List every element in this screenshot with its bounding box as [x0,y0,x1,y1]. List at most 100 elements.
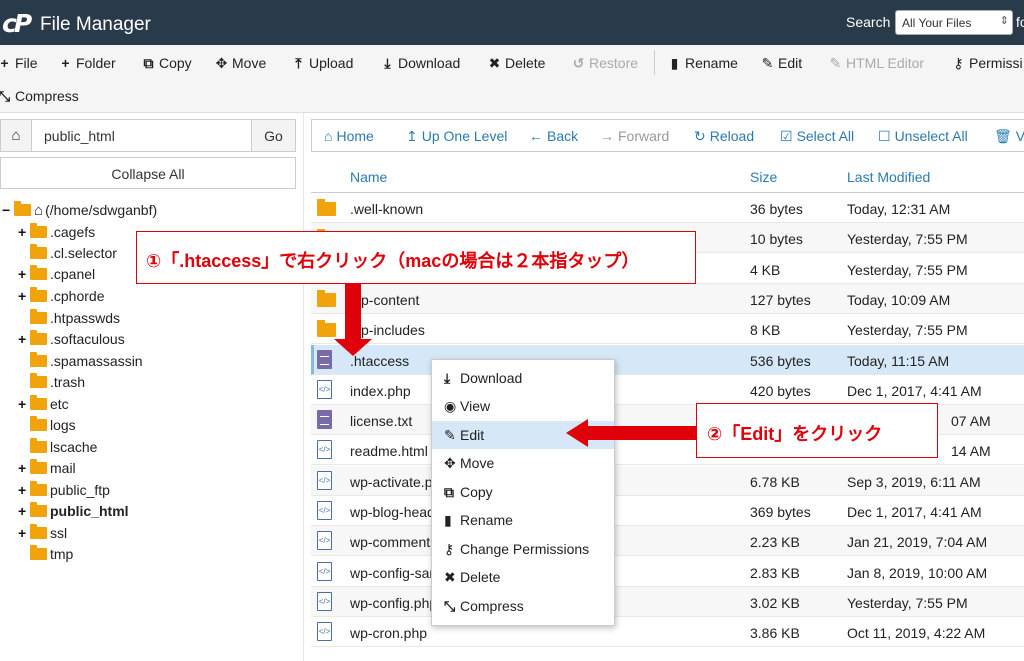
upload-icon: ⤒ [295,55,302,71]
view-trash-button[interactable]: 🗑Vi [994,128,1024,145]
expand-toggle-icon[interactable]: + [18,482,30,498]
tree-node[interactable]: + .cagefs [18,222,95,242]
compress-icon: ⤡ [444,598,456,614]
rename-button[interactable]: ▮ Rename [667,55,738,72]
home-nav-button[interactable]: ⌂ Home [324,128,374,144]
expand-toggle-icon[interactable]: + [18,224,30,240]
square-icon: ☐ [878,128,891,144]
code-file-icon: </> [317,380,332,399]
back-button[interactable]: ← Back [529,128,578,144]
forward-button[interactable]: → Forward [600,128,669,144]
folder-icon [317,199,336,216]
expand-toggle-icon[interactable]: + [18,396,30,412]
move-button[interactable]: ✥ Move [214,55,267,72]
unselect-all-button[interactable]: ☐ Unselect All [878,128,968,145]
permissions-button[interactable]: ⚷ Permissi [951,55,1022,72]
folder-icon [30,459,47,474]
home-icon[interactable]: ⌂ [0,119,32,152]
context-menu: ⤓ Download ◉ View ✎ Edit ✥ Move ⧉ Copy ▮ Renam… [431,359,615,626]
tree-node[interactable]: tmp [18,544,73,564]
tree-node[interactable]: .spamassassin [18,351,143,371]
cpanel-logo: cP [2,9,32,38]
column-header-last-modified[interactable]: Last Modified [847,169,930,185]
copy-button[interactable]: ⧉ Copy [141,55,192,72]
html-editor-button[interactable]: ✎ HTML Editor [828,55,924,72]
table-row-selected[interactable]: .htaccess 536 bytes Today, 11:15 AM [311,345,1024,375]
menu-item-move[interactable]: ✥ Move [432,449,614,477]
compress-button[interactable]: ⤡ Compress [0,88,79,105]
menu-item-download[interactable]: ⤓ Download [432,364,614,392]
tree-node-root[interactable]: − ⌂ (/home/sdwganbf) [2,200,157,220]
go-button[interactable]: Go [252,119,296,152]
search-input[interactable]: fo [1016,14,1024,30]
table-row[interactable]: </> index.php 420 bytes Dec 1, 2017, 4:4… [311,375,1024,405]
app-header: cP File Manager Search All Your Files ⇕ … [0,0,1024,45]
up-one-level-button[interactable]: ↥ Up One Level [406,128,507,145]
menu-item-rename[interactable]: ▮ Rename [432,506,614,534]
upload-button[interactable]: ⤒ Upload [291,55,353,72]
download-icon: ⤓ [384,55,391,71]
delete-button[interactable]: ✖ Delete [487,55,546,72]
tree-node[interactable]: logs [18,415,76,435]
expand-toggle-icon[interactable]: + [18,525,30,541]
tree-node[interactable]: + .cpanel [18,264,95,284]
folder-icon [30,352,47,367]
text-file-icon [317,410,332,429]
table-row[interactable]: </> wp-cron.php 3.86 KB Oct 11, 2019, 4:… [311,617,1024,647]
folder-icon [30,244,47,259]
restore-button[interactable]: ↺ Restore [571,55,638,72]
pane-divider[interactable] [303,113,304,661]
tree-node-current[interactable]: + public_html [18,501,129,521]
table-row[interactable]: </> wp-config-sar 2.83 KB Jan 8, 2019, 1… [311,557,1024,587]
menu-item-compress[interactable]: ⤡ Compress [432,592,614,620]
menu-item-view[interactable]: ◉ View [432,392,614,420]
tree-node[interactable]: .cl.selector [18,243,117,263]
expand-toggle-icon[interactable]: + [18,331,30,347]
table-row[interactable]: </> wp-config.php 3.02 KB Yesterday, 7:5… [311,587,1024,617]
download-icon: ⤓ [444,370,451,386]
tree-node[interactable]: + etc [18,394,69,414]
annotation-step1: ①「.htaccess」で右クリック（macの場合は２本指タップ） [136,231,696,284]
menu-item-delete[interactable]: ✖ Delete [432,563,614,591]
expand-toggle-icon[interactable]: + [18,288,30,304]
reload-button[interactable]: ↻ Reload [694,128,754,145]
tree-node[interactable]: + ssl [18,523,67,543]
new-folder-button[interactable]: + Folder [58,55,115,71]
column-header-name[interactable]: Name [350,169,387,185]
menu-item-copy[interactable]: ⧉ Copy [432,478,614,506]
path-input[interactable]: public_html [32,119,252,152]
move-icon: ✥ [215,55,228,71]
tree-node[interactable]: .trash [18,372,85,392]
edit-button[interactable]: ✎ Edit [760,55,803,72]
table-row[interactable]: .well-known 36 bytes Today, 12:31 AM [311,193,1024,223]
file-manager-window: cP File Manager Search All Your Files ⇕ … [0,0,1024,661]
menu-item-change-permissions[interactable]: ⚷ Change Permissions [432,535,614,563]
tree-node[interactable]: + .softaculous [18,329,125,349]
expand-toggle-icon[interactable]: + [18,460,30,476]
collapse-toggle-icon[interactable]: − [2,202,14,218]
table-row[interactable]: </> wp-activate.p 6.78 KB Sep 3, 2019, 6… [311,466,1024,496]
download-button[interactable]: ⤓ Download [380,55,460,72]
home-icon: ⌂ [34,201,44,219]
tree-node[interactable]: + public_ftp [18,480,110,500]
eye-icon: ◉ [444,398,457,414]
level-up-icon: ↥ [406,128,418,144]
new-file-button[interactable]: + File [0,55,37,71]
expand-toggle-icon[interactable]: + [18,266,30,282]
search-scope-value: All Your Files [902,16,972,30]
copy-icon: ⧉ [444,484,454,500]
select-all-button[interactable]: ☑ Select All [780,128,854,145]
table-row[interactable]: p-includes 8 KB Yesterday, 7:55 PM [311,314,1024,344]
tree-node[interactable]: .htpasswds [18,308,120,328]
folder-icon [30,438,47,453]
search-scope-select[interactable]: All Your Files ⇕ [895,10,1013,35]
table-row[interactable]: </> wp-blog-head 369 bytes Dec 1, 2017, … [311,496,1024,526]
tree-node[interactable]: lscache [18,437,97,457]
table-row[interactable]: p-content 127 bytes Today, 10:09 AM [311,284,1024,314]
tree-node[interactable]: + .cphorde [18,286,104,306]
expand-toggle-icon[interactable]: + [18,503,30,519]
table-row[interactable]: </> wp-comments 2.23 KB Jan 21, 2019, 7:… [311,526,1024,556]
collapse-all-button[interactable]: Collapse All [0,157,296,189]
tree-node[interactable]: + mail [18,458,76,478]
column-header-size[interactable]: Size [750,169,777,185]
